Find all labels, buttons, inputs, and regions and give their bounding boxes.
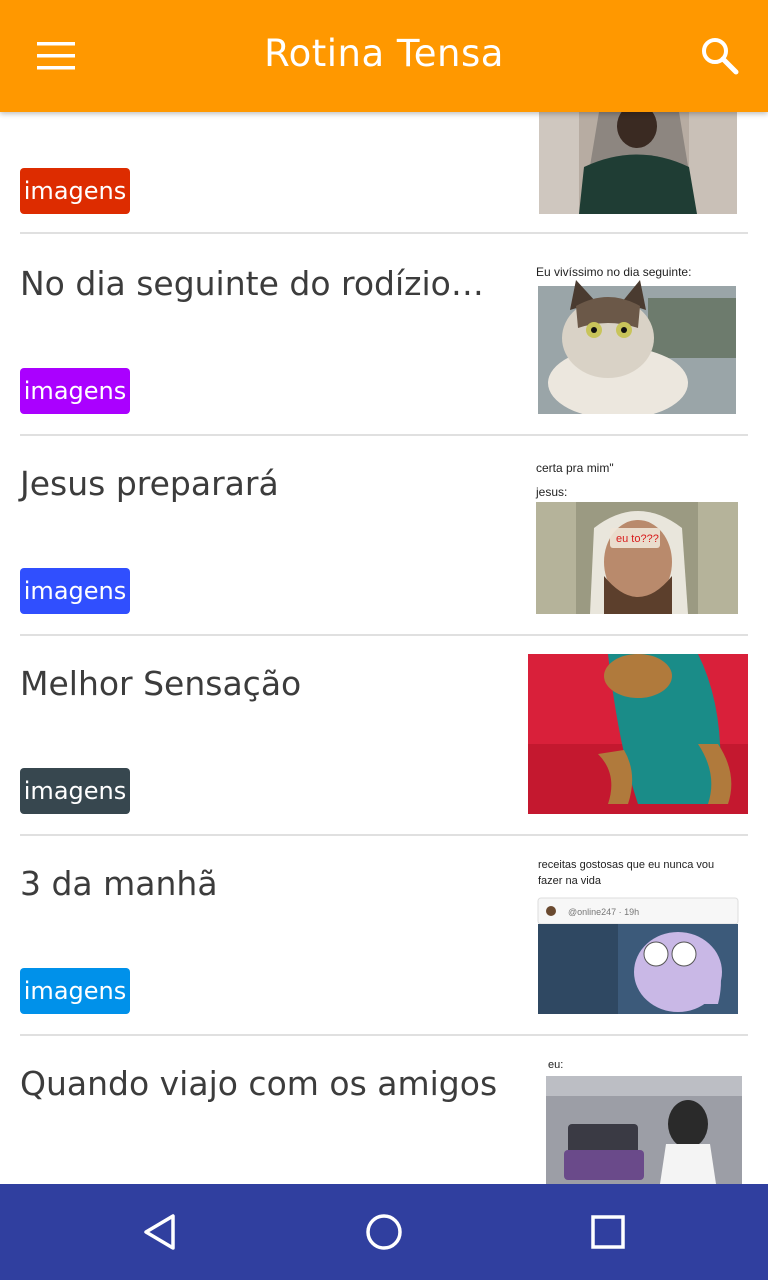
post-thumbnail[interactable]: certa pra mim" jesus: eu to???: [528, 458, 748, 614]
thumbnail-handle: @online247 · 19h: [568, 907, 639, 917]
home-circle-icon[interactable]: [354, 1202, 414, 1262]
post-thumbnail[interactable]: eu:: [538, 1054, 748, 1184]
post-thumbnail[interactable]: receitas gostosas que eu nunca vou fazer…: [528, 854, 748, 1014]
app-bar: Rotina Tensa: [0, 0, 768, 112]
post-item[interactable]: Quando viajo com os amigos eu:: [20, 1034, 748, 1184]
back-triangle-icon[interactable]: [130, 1202, 190, 1262]
search-icon[interactable]: [694, 30, 746, 82]
category-tag[interactable]: imagens: [20, 568, 130, 614]
thumbnail-overlay-text: eu to???: [616, 533, 659, 545]
svg-text:fazer na vida: fazer na vida: [538, 875, 602, 887]
thumbnail-caption: jesus:: [535, 485, 567, 499]
thumbnail-caption: certa pra mim": [536, 461, 614, 475]
system-nav-bar: [0, 1184, 768, 1280]
category-tag[interactable]: imagens: [20, 968, 130, 1014]
category-tag[interactable]: imagens: [20, 768, 130, 814]
app-title: Rotina Tensa: [264, 32, 504, 75]
category-tag[interactable]: imagens: [20, 368, 130, 414]
post-title[interactable]: Jesus preparará: [20, 464, 279, 503]
post-item[interactable]: imagens: [20, 112, 748, 234]
post-title[interactable]: No dia seguinte do rodízio…: [20, 264, 484, 303]
recents-square-icon[interactable]: [578, 1202, 638, 1262]
post-title[interactable]: Quando viajo com os amigos: [20, 1064, 497, 1103]
post-title[interactable]: 3 da manhã: [20, 864, 218, 903]
post-item[interactable]: Melhor Sensação imagens: [20, 634, 748, 836]
post-item[interactable]: No dia seguinte do rodízio… imagens Eu v…: [20, 234, 748, 436]
thumbnail-caption: eu:: [548, 1059, 563, 1071]
post-thumbnail[interactable]: Eu vivíssimo no dia seguinte:: [528, 258, 748, 414]
post-thumbnail[interactable]: [528, 654, 748, 814]
svg-text:receitas gostosas que eu nunca: receitas gostosas que eu nunca vou: [538, 859, 714, 871]
thumbnail-caption: Eu vivíssimo no dia seguinte:: [536, 265, 691, 279]
post-list[interactable]: imagens No dia seguinte do rodízio… imag…: [0, 112, 768, 1184]
category-tag[interactable]: imagens: [20, 168, 130, 214]
post-item[interactable]: 3 da manhã imagens receitas gostosas que…: [20, 834, 748, 1036]
post-item[interactable]: Jesus preparará imagens certa pra mim" j…: [20, 434, 748, 636]
post-title[interactable]: Melhor Sensação: [20, 664, 301, 703]
post-thumbnail[interactable]: [539, 112, 737, 214]
